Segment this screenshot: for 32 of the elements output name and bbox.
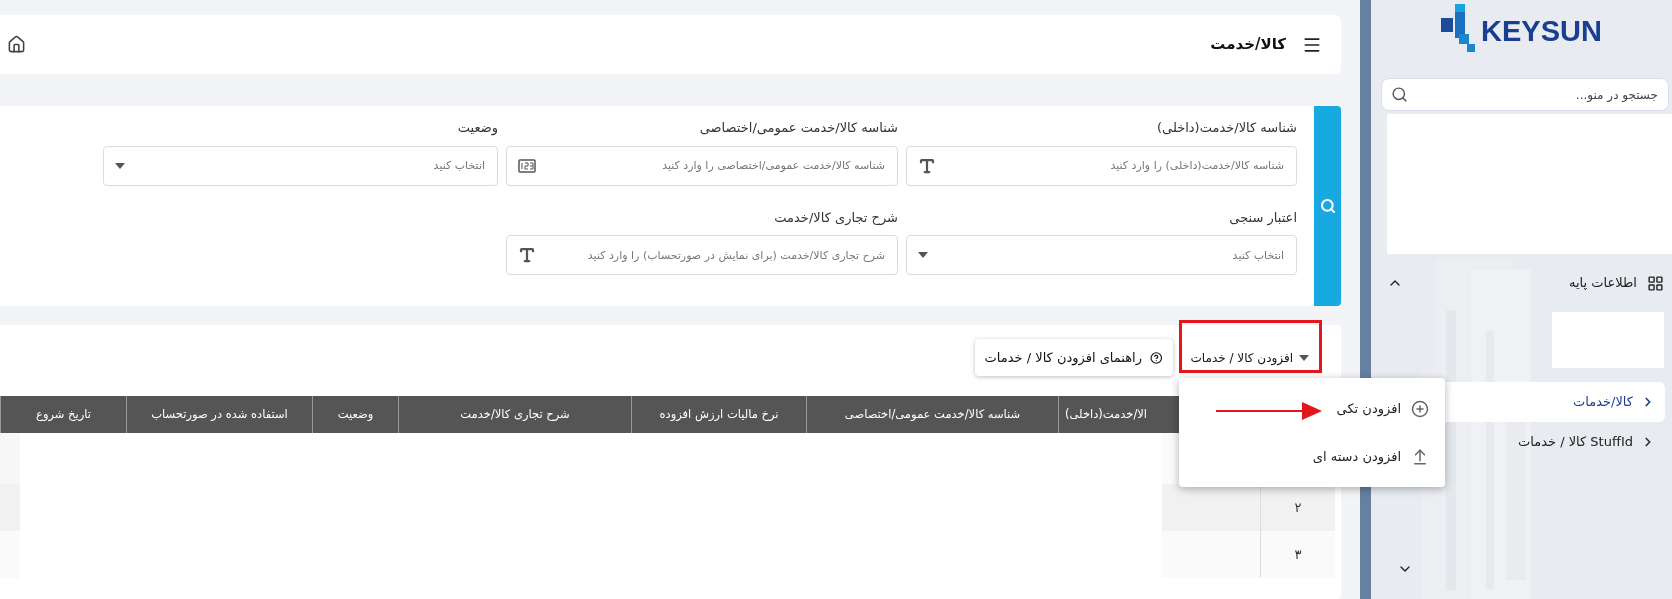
grid-icon	[1647, 274, 1664, 292]
input-field[interactable]: شرح تجاری کالا/خدمت (برای نمایش در صورتحساب) را وارد کنید	[506, 235, 898, 275]
row-number-cell: ۲	[1260, 484, 1335, 531]
select-field[interactable]: انتخاب کنید	[103, 145, 498, 186]
field-label: شناسه کالا/خدمت(داخلی)	[1155, 119, 1297, 137]
field-label: شرح تجاری کالا/خدمت	[773, 208, 898, 227]
field-label: وضعیت	[456, 119, 498, 138]
dropdown-caret-icon	[115, 162, 125, 169]
logo-text: KEYSUN	[1481, 14, 1602, 49]
logo-icon	[1441, 4, 1478, 54]
search-icon	[1319, 198, 1336, 214]
section-title[interactable]: اطلاعات پایه	[1569, 273, 1637, 293]
field-label: شناسه کالا/خدمت عمومی/اختصاصی	[698, 119, 898, 138]
dropdown-caret-icon	[918, 252, 928, 258]
table-cell	[0, 433, 20, 484]
text-type-icon	[518, 246, 536, 264]
help-button[interactable]: راهنمای افزودن کالا / خدمات	[974, 339, 1173, 376]
numbers-icon	[518, 158, 536, 173]
caret-icon	[1299, 354, 1309, 361]
menu-item[interactable]: افزودن دسته ای	[1179, 439, 1429, 474]
plus-circle-icon	[1411, 399, 1429, 418]
row-number-cell: ۳	[1260, 531, 1335, 578]
search-icon	[1391, 86, 1408, 103]
home-icon[interactable]	[7, 35, 26, 54]
field-label: اعتبار سنجی	[1228, 208, 1297, 227]
select-field[interactable]: انتخاب کنید	[906, 235, 1297, 275]
menu-search-field[interactable]: جستجو در منو...	[1381, 78, 1669, 111]
input-field[interactable]: شناسه کالا/خدمت عمومی/اختصاصی را وارد کنید	[506, 145, 898, 186]
upload-icon	[1411, 447, 1429, 466]
page-title: کالا/خدمت	[1210, 34, 1286, 56]
input-field[interactable]: شناسه کالا/خدمت(داخلی) را وارد کنید	[906, 145, 1297, 186]
text-type-icon	[918, 156, 936, 175]
